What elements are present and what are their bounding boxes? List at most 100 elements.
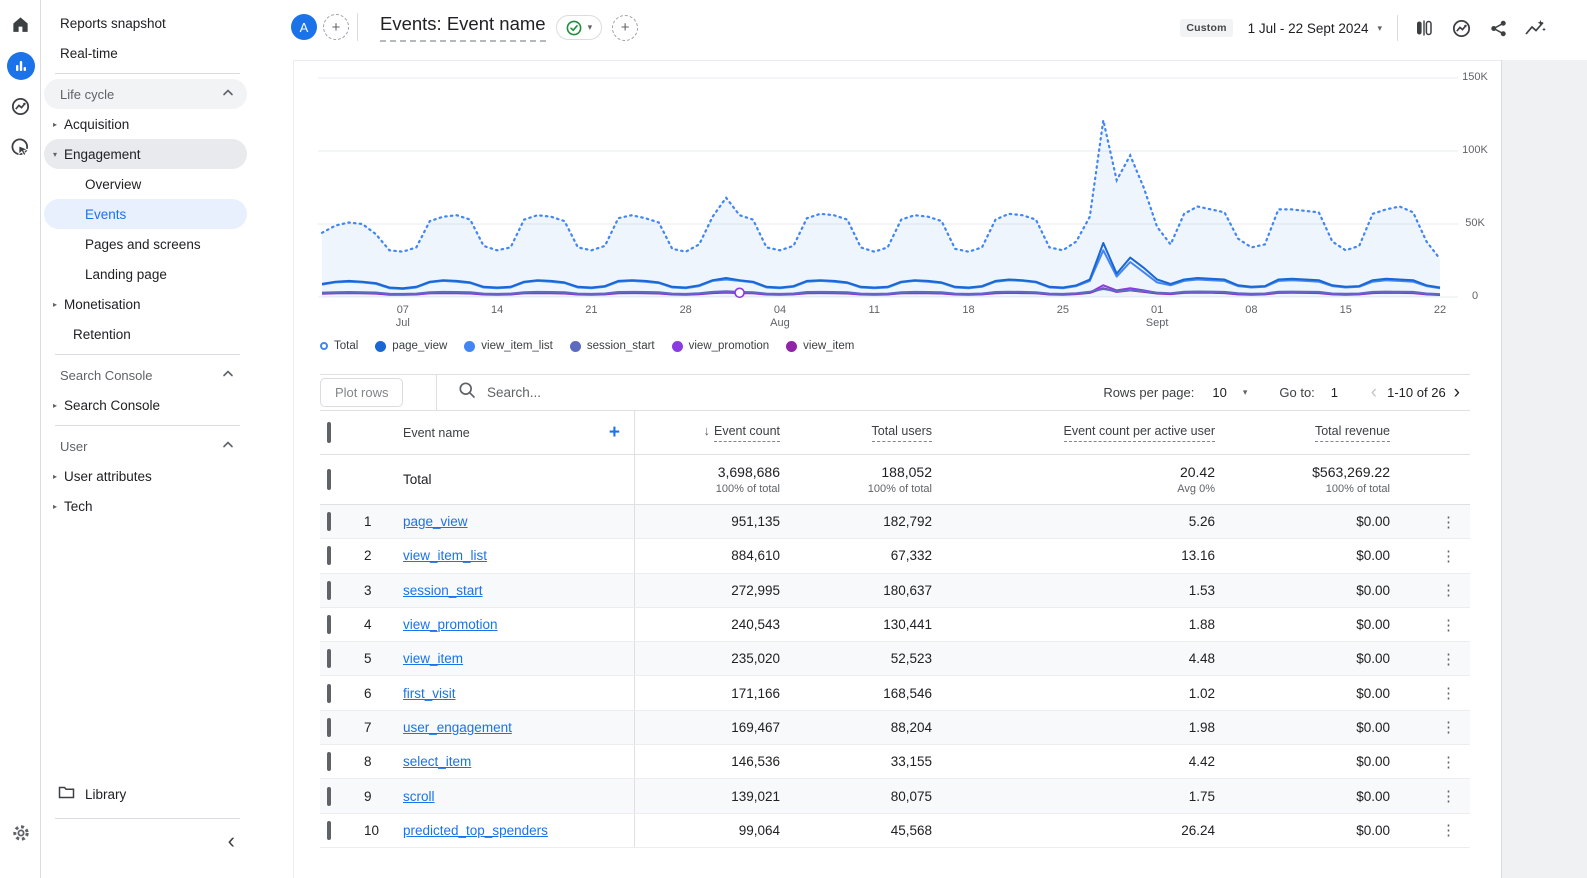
sidebar-item-library[interactable]: Library — [44, 780, 126, 808]
total-row-checkbox[interactable] — [327, 469, 331, 490]
row-menu-button[interactable]: ⋮ — [1390, 753, 1470, 771]
row-checkbox[interactable] — [327, 787, 331, 806]
sidebar-item-engagement[interactable]: ▾Engagement — [44, 139, 247, 169]
home-icon[interactable] — [0, 14, 41, 35]
add-report-icon[interactable]: + — [612, 15, 638, 41]
legend-dot-icon — [464, 341, 475, 352]
select-all-checkbox[interactable] — [327, 422, 331, 443]
x-axis-tick: 07Jul — [381, 304, 425, 330]
comparison-icon[interactable] — [1413, 17, 1435, 39]
sidebar-section-search-console[interactable]: Search Console — [44, 360, 247, 390]
legend-item-view-item[interactable]: view_item — [786, 340, 854, 352]
column-header-total-users[interactable]: Total users — [872, 424, 932, 442]
event-name-link[interactable]: view_item — [403, 651, 463, 666]
chevron-down-icon[interactable]: ▾ — [1243, 387, 1248, 398]
row-checkbox[interactable] — [327, 546, 331, 565]
total-revenue-value: $0.00 — [1215, 514, 1390, 529]
event-count-per-user-value: 1.88 — [932, 617, 1215, 632]
ai-insights-icon[interactable] — [1524, 17, 1546, 39]
event-name-link[interactable]: user_engagement — [403, 720, 512, 735]
sidebar-item-tech[interactable]: ▸Tech — [44, 491, 247, 521]
search-input[interactable] — [487, 385, 907, 400]
row-menu-button[interactable]: ⋮ — [1390, 650, 1470, 668]
sidebar-item-label: Search Console — [64, 398, 160, 413]
row-menu-button[interactable]: ⋮ — [1390, 821, 1470, 839]
plot-rows-button[interactable]: Plot rows — [320, 378, 403, 407]
row-menu-button[interactable]: ⋮ — [1390, 616, 1470, 634]
sidebar-divider — [55, 73, 240, 74]
sidebar-item-landing-page[interactable]: Landing page — [44, 259, 247, 289]
table-total-row: Total 3,698,686100% of total 188,052100%… — [320, 455, 1470, 505]
chevron-down-icon[interactable]: ▾ — [1377, 23, 1382, 34]
column-header-total-revenue[interactable]: Total revenue — [1315, 424, 1390, 442]
search-icon — [458, 381, 476, 404]
row-checkbox[interactable] — [327, 512, 331, 531]
sidebar-item-pages-and-screens[interactable]: Pages and screens — [44, 229, 247, 259]
chevron-down-icon: ▾ — [588, 22, 593, 33]
event-name-link[interactable]: view_item_list — [403, 548, 487, 563]
explore-icon[interactable] — [0, 96, 41, 117]
row-checkbox[interactable] — [327, 615, 331, 634]
collapse-sidebar-icon[interactable]: ‹ — [228, 828, 235, 854]
row-menu-button[interactable]: ⋮ — [1390, 581, 1470, 599]
event-name-link[interactable]: scroll — [403, 789, 435, 804]
sidebar-item-retention[interactable]: Retention — [44, 319, 247, 349]
sidebar-section-life-cycle[interactable]: Life cycle — [44, 79, 247, 109]
event-name-link[interactable]: predicted_top_spenders — [403, 823, 548, 838]
event-name-link[interactable]: select_item — [403, 754, 471, 769]
x-axis-tick: 28 — [664, 304, 708, 317]
rows-per-page-value[interactable]: 10 — [1212, 385, 1226, 400]
add-column-icon[interactable]: + — [609, 422, 620, 444]
advertising-icon[interactable] — [0, 137, 41, 158]
legend-item-session-start[interactable]: session_start — [570, 340, 655, 352]
sidebar-item-events[interactable]: Events — [44, 199, 247, 229]
row-checkbox[interactable] — [327, 821, 331, 840]
sidebar-item-label: Engagement — [64, 147, 141, 162]
sidebar-item-label: Reports snapshot — [60, 16, 166, 31]
next-page-icon[interactable]: › — [1454, 385, 1460, 401]
sidebar-item-acquisition[interactable]: ▸Acquisition — [44, 109, 247, 139]
row-menu-button[interactable]: ⋮ — [1390, 513, 1470, 531]
reports-icon[interactable] — [0, 52, 41, 80]
legend-dot-icon — [375, 341, 386, 352]
legend-item-total[interactable]: Total — [320, 340, 358, 352]
legend-item-view-promotion[interactable]: view_promotion — [672, 340, 770, 352]
row-checkbox[interactable] — [327, 718, 331, 737]
row-menu-button[interactable]: ⋮ — [1390, 547, 1470, 565]
sidebar-item-overview[interactable]: Overview — [44, 169, 247, 199]
row-checkbox[interactable] — [327, 649, 331, 668]
row-menu-button[interactable]: ⋮ — [1390, 718, 1470, 736]
settings-gear-icon[interactable] — [0, 822, 41, 844]
sidebar-item-user-attributes[interactable]: ▸User attributes — [44, 461, 247, 491]
sidebar-item-reports-snapshot[interactable]: Reports snapshot — [44, 8, 247, 38]
event-name-link[interactable]: page_view — [403, 514, 468, 529]
legend-item-view-item-list[interactable]: view_item_list — [464, 340, 553, 352]
y-axis-tick: 50K — [1455, 217, 1495, 229]
legend-item-page-view[interactable]: page_view — [375, 340, 447, 352]
sidebar-item-real-time[interactable]: Real-time — [44, 38, 247, 68]
column-header-event-count[interactable]: Event count — [714, 424, 780, 442]
row-checkbox[interactable] — [327, 684, 331, 703]
insights-icon[interactable] — [1450, 17, 1472, 39]
share-icon[interactable] — [1487, 17, 1509, 39]
event-name-link[interactable]: view_promotion — [403, 617, 498, 632]
sidebar-section-user[interactable]: User — [44, 431, 247, 461]
avatar[interactable]: A — [291, 14, 317, 40]
sidebar-item-search-console[interactable]: ▸Search Console — [44, 390, 247, 420]
goto-page-input[interactable] — [1331, 385, 1357, 400]
date-range-selector[interactable]: 1 Jul - 22 Sept 2024 — [1248, 21, 1369, 36]
add-comparison-icon[interactable]: + — [323, 14, 349, 40]
sidebar-item-monetisation[interactable]: ▸Monetisation — [44, 289, 247, 319]
report-status-pill[interactable]: ▾ — [556, 15, 603, 40]
event-count-value: 240,543 — [635, 617, 780, 632]
row-menu-button[interactable]: ⋮ — [1390, 684, 1470, 702]
page-title[interactable]: Events: Event name — [380, 13, 546, 42]
event-name-link[interactable]: session_start — [403, 583, 483, 598]
column-header-event-count-per-user[interactable]: Event count per active user — [1064, 424, 1215, 442]
row-checkbox[interactable] — [327, 752, 331, 771]
row-menu-button[interactable]: ⋮ — [1390, 787, 1470, 805]
column-header-event-name[interactable]: Event name — [403, 426, 470, 440]
row-checkbox[interactable] — [327, 581, 331, 600]
event-count-value: 146,536 — [635, 754, 780, 769]
event-name-link[interactable]: first_visit — [403, 686, 456, 701]
